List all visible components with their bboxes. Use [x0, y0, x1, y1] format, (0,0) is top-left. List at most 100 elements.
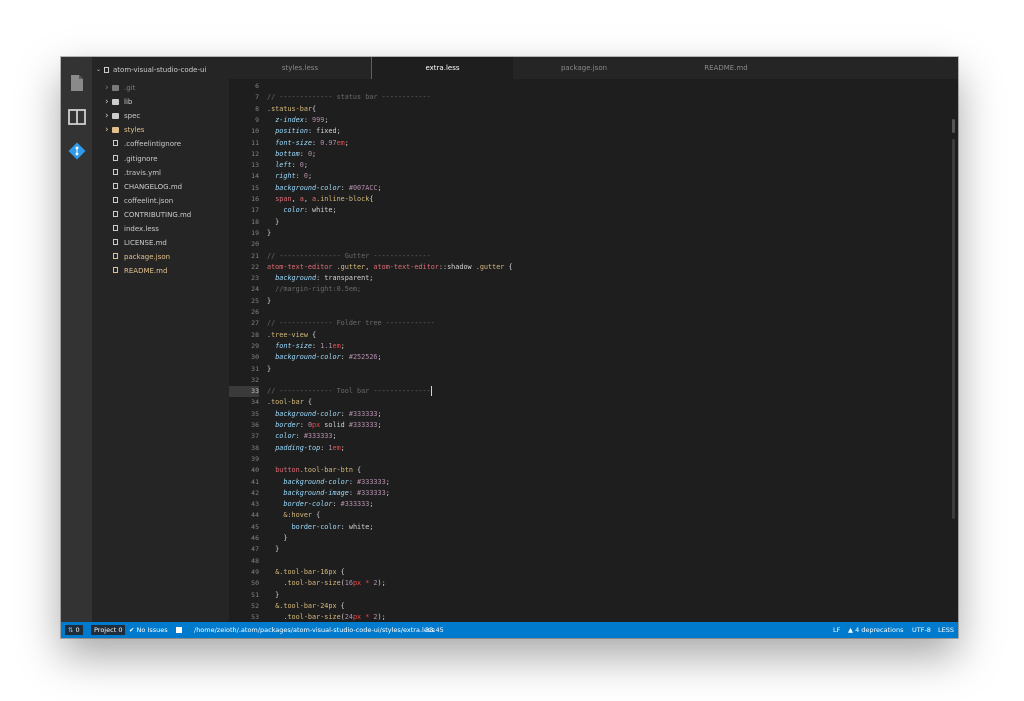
code-token: atom-text-editor [373, 262, 439, 271]
code-line[interactable] [267, 81, 947, 92]
code-line[interactable]: z-index: 999; [267, 115, 947, 126]
code-token: #333333 [357, 488, 386, 497]
git-status[interactable]: ⇅ 0 [65, 625, 83, 635]
code-line[interactable] [267, 454, 947, 465]
code-token: .status-bar [267, 104, 313, 113]
tree-file[interactable]: index.less [92, 222, 229, 236]
code-line[interactable]: background-image: #333333; [267, 488, 947, 499]
code-token: border-color [283, 500, 333, 509]
code-line[interactable]: font-size: 0.97em; [267, 138, 947, 149]
code-line[interactable]: &.tool-bar-16px { [267, 567, 947, 578]
line-number-gutter: 6 7 8 9 10 11 12 13 14 15 16 17 18 19 20 21 22 23 24 25 26 27… [229, 79, 259, 622]
files-icon[interactable] [67, 73, 87, 93]
tree-folder[interactable]: › spec [92, 109, 229, 123]
code-token: { [303, 398, 313, 407]
deprecations-status[interactable]: ▲ 4 deprecations [848, 622, 903, 638]
code-line[interactable]: background-color: #252526; [267, 352, 947, 363]
code-line[interactable]: border: 0px solid #333333; [267, 420, 947, 431]
code-line[interactable]: background-color: #007ACC; [267, 183, 947, 194]
code-line[interactable]: right: 0; [267, 171, 947, 182]
line-number: 8 [255, 104, 259, 113]
issues-status[interactable]: ✔ No Issues [129, 622, 168, 638]
code-line[interactable] [267, 556, 947, 567]
code-line[interactable]: border-color: white; [267, 522, 947, 533]
tree-file[interactable]: CONTRIBUTING.md [92, 208, 229, 222]
code-line[interactable]: } [267, 364, 947, 375]
code-line[interactable]: .tool-bar { [267, 397, 947, 408]
tree-file[interactable]: LICENSE.md [92, 236, 229, 250]
code-line[interactable]: } [267, 296, 947, 307]
tree-folder[interactable]: › .git [92, 81, 229, 95]
encoding[interactable]: UTF-8 [912, 622, 931, 638]
code-token: ; [377, 353, 382, 362]
code-line[interactable]: // --------------- Gutter -------------- [267, 251, 947, 262]
code-editor[interactable]: 6 7 8 9 10 11 12 13 14 15 16 17 18 19 20 21 22 23 24 25 26 27… [229, 79, 958, 622]
code-line[interactable]: // ------------- Folder tree -----------… [267, 318, 947, 329]
tree-folder[interactable]: › styles [92, 123, 229, 137]
grammar[interactable]: LESS [938, 622, 954, 638]
code-token: // ------------- Tool bar -------------- [267, 387, 431, 396]
code-line[interactable]: } [267, 217, 947, 228]
tree-file[interactable]: coffeelint.json [92, 194, 229, 208]
tree-file[interactable]: .coffeelintignore [92, 137, 229, 151]
tab-package-json[interactable]: package.json [513, 57, 655, 79]
code-line[interactable]: bottom: 0; [267, 149, 947, 160]
code-line[interactable]: padding-top: 1em; [267, 443, 947, 454]
file-status-icon[interactable] [176, 622, 182, 638]
vertical-scrollbar[interactable] [952, 139, 955, 519]
code-line[interactable]: &.tool-bar-24px { [267, 601, 947, 612]
code-token: color [275, 432, 296, 441]
code-line[interactable]: //margin-right:0.5em; [267, 284, 947, 295]
code-line[interactable]: // ------------- Tool bar -------------- [267, 386, 947, 397]
file-path[interactable]: /home/zeioth/.atom/packages/atom-visual-… [194, 622, 435, 638]
code-line[interactable]: atom-text-editor .gutter, atom-text-edit… [267, 262, 947, 273]
split-editor-icon[interactable] [67, 107, 87, 127]
code-line[interactable]: color: white; [267, 205, 947, 216]
code-line[interactable]: position: fixed; [267, 126, 947, 137]
tree-file[interactable]: README.md [92, 264, 229, 278]
tree-item-label: index.less [124, 225, 159, 233]
code-line[interactable]: } [267, 590, 947, 601]
tab-styles-less[interactable]: styles.less [229, 57, 371, 79]
code-line[interactable]: // ------------- status bar ------------ [267, 92, 947, 103]
code-line[interactable]: color: #333333; [267, 431, 947, 442]
code-line[interactable] [267, 307, 947, 318]
code-line[interactable]: button.tool-bar-btn { [267, 465, 947, 476]
code-token: { [504, 262, 513, 271]
code-line[interactable]: .status-bar{ [267, 104, 947, 115]
code-line[interactable]: font-size: 1.1em; [267, 341, 947, 352]
code-line[interactable]: background-color: #333333; [267, 477, 947, 488]
code-line[interactable]: } [267, 228, 947, 239]
code-line[interactable] [267, 375, 947, 386]
tree-file[interactable]: package.json [92, 250, 229, 264]
code-line[interactable]: .tool-bar-size(16px * 2); [267, 578, 947, 589]
code-line[interactable]: background-color: #333333; [267, 409, 947, 420]
code-line[interactable]: border-color: #333333; [267, 499, 947, 510]
cursor-position[interactable]: 33:45 [425, 622, 444, 638]
tab-extra-less[interactable]: extra.less [371, 57, 513, 79]
code-line[interactable]: .tree-view { [267, 330, 947, 341]
tree-file[interactable]: .gitignore [92, 152, 229, 166]
code-token: ; [385, 477, 390, 486]
code-line[interactable]: .tool-bar-size(24px * 2); [267, 612, 947, 622]
tree-folder[interactable]: › lib [92, 95, 229, 109]
code-line[interactable]: left: 0; [267, 160, 947, 171]
tab-readme-md[interactable]: README.md [655, 57, 797, 79]
tree-item-label: .coffeelintignore [124, 140, 182, 149]
git-icon[interactable] [67, 141, 87, 161]
tree-file[interactable]: .travis.yml [92, 166, 229, 180]
line-ending[interactable]: LF [833, 622, 840, 638]
code-area[interactable]: // ------------- status bar ------------… [267, 79, 947, 622]
tree-file[interactable]: CHANGELOG.md [92, 180, 229, 194]
project-status[interactable]: Project 0 [91, 625, 126, 635]
code-line[interactable]: } [267, 544, 947, 555]
code-line[interactable]: } [267, 533, 947, 544]
code-line[interactable]: span, a, a.inline-block{ [267, 194, 947, 205]
code-line[interactable]: &:hover { [267, 510, 947, 521]
tree-root[interactable]: ⌄ atom-visual-studio-code-ui [92, 63, 229, 77]
code-line[interactable]: background: transparent; [267, 273, 947, 284]
code-line[interactable] [267, 239, 947, 250]
